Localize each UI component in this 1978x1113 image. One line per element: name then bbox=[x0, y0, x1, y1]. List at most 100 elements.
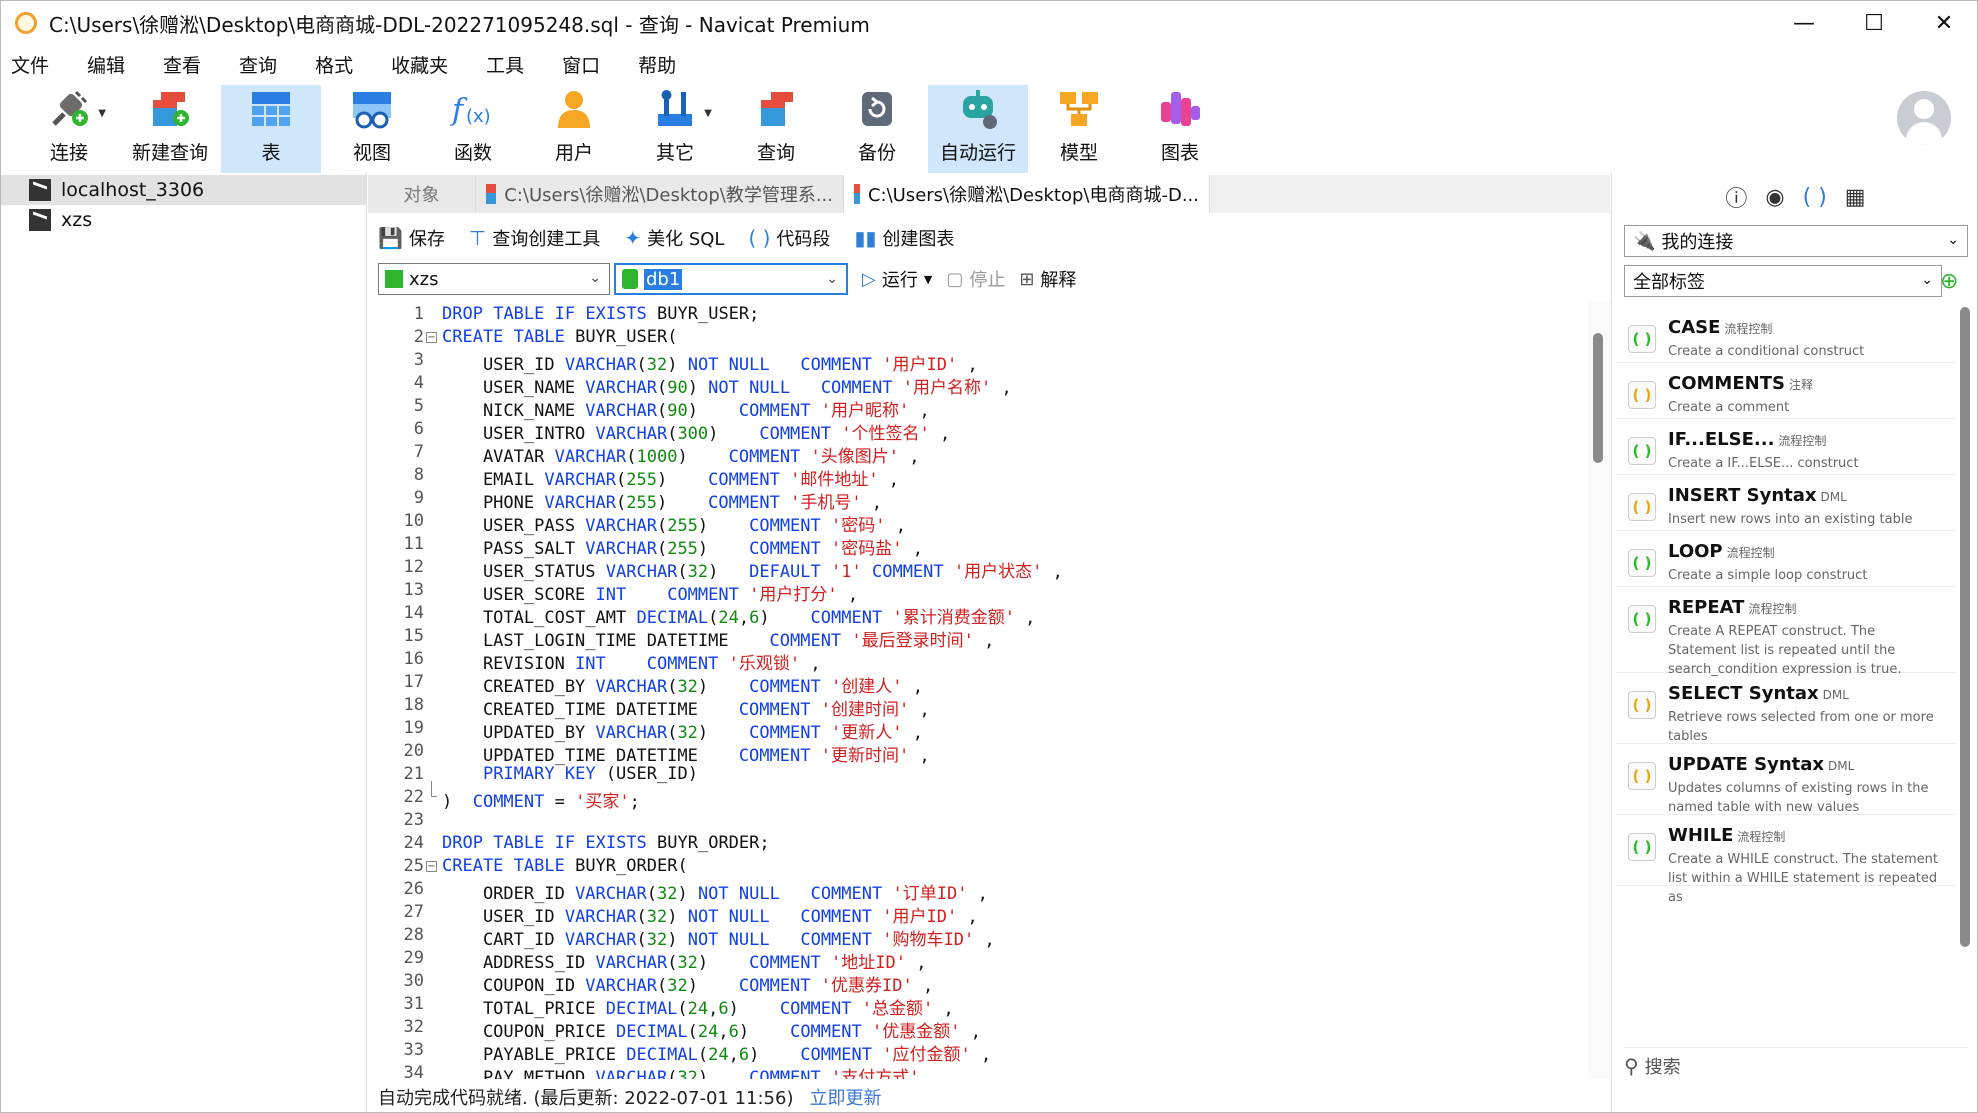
menu-query[interactable]: 查询 bbox=[239, 51, 296, 78]
snippet-search[interactable]: ⚲ 搜索 bbox=[1624, 1047, 1968, 1083]
code-line[interactable]: TOTAL_COST_AMT DECIMAL(24,6) COMMENT '累计… bbox=[442, 603, 1035, 628]
code-line[interactable]: COUPON_ID VARCHAR(32) COMMENT '优惠券ID' , bbox=[442, 971, 933, 996]
code-line[interactable]: UPDATED_BY VARCHAR(32) COMMENT '更新人' , bbox=[442, 718, 923, 743]
database-select[interactable]: db1 ⌄ bbox=[614, 263, 848, 295]
save-button[interactable]: 💾 保存 bbox=[378, 225, 445, 251]
explain-button[interactable]: ⊞ 解释 bbox=[1019, 266, 1076, 292]
code-line[interactable]: NICK_NAME VARCHAR(90) COMMENT '用户昵称' , bbox=[442, 396, 930, 421]
code-line[interactable]: COUPON_PRICE DECIMAL(24,6) COMMENT '优惠金额… bbox=[442, 1017, 981, 1042]
toolbar-model-button[interactable]: 模型 bbox=[1029, 85, 1129, 173]
tab-query-teaching[interactable]: C:\Users\徐赠淞\Desktop\教学管理系... bbox=[476, 175, 844, 213]
toolbar-view-button[interactable]: 视图 bbox=[322, 85, 422, 173]
snippet-item[interactable]: ( ) LOOP 流程控制 Create a simple loop construc… bbox=[1616, 531, 1956, 587]
toolbar-user-button[interactable]: 用户 bbox=[524, 85, 624, 173]
editor-scrollbar[interactable] bbox=[1588, 301, 1610, 1079]
connection-localhost[interactable]: localhost_3306 bbox=[1, 175, 366, 205]
code-line[interactable]: REVISION INT COMMENT '乐观锁' , bbox=[442, 649, 821, 674]
code-line[interactable]: CART_ID VARCHAR(32) NOT NULL COMMENT '购物… bbox=[442, 925, 995, 950]
toolbar-automation-button[interactable]: 自动运行 bbox=[928, 85, 1028, 173]
tag-filter-select[interactable]: 全部标签 ⌄ bbox=[1624, 265, 1942, 297]
menu-view[interactable]: 查看 bbox=[163, 51, 220, 78]
menu-file[interactable]: 文件 bbox=[11, 51, 68, 78]
code-snippet-icon[interactable]: ( ) bbox=[1803, 185, 1827, 210]
menu-help[interactable]: 帮助 bbox=[638, 51, 695, 78]
my-connection-select[interactable]: 🔌 我的连接 ⌄ bbox=[1624, 225, 1968, 257]
code-line[interactable]: USER_NAME VARCHAR(90) NOT NULL COMMENT '… bbox=[442, 373, 1012, 398]
code-line[interactable]: DROP TABLE IF EXISTS BUYR_ORDER; bbox=[442, 833, 770, 856]
query-builder-button[interactable]: ⊤ 查询创建工具 bbox=[469, 225, 600, 251]
code-line[interactable]: TOTAL_PRICE DECIMAL(24,6) COMMENT '总金额' … bbox=[442, 994, 954, 1019]
code-line[interactable]: ORDER_ID VARCHAR(32) NOT NULL COMMENT '订… bbox=[442, 879, 988, 904]
beautify-sql-button[interactable]: ✦ 美化 SQL bbox=[624, 225, 724, 251]
maximize-button[interactable]: ☐ bbox=[1839, 1, 1909, 45]
toolbar-connect-button[interactable]: ▼ 连接 bbox=[19, 85, 119, 173]
create-chart-button[interactable]: ▮▮ 创建图表 bbox=[854, 225, 954, 251]
toolbar-query-button[interactable]: 查询 bbox=[726, 85, 826, 173]
toolbar-table-button[interactable]: 表 bbox=[221, 85, 321, 173]
user-avatar[interactable] bbox=[1897, 91, 1951, 145]
fold-toggle-icon[interactable]: − bbox=[426, 332, 437, 343]
code-line[interactable]: CREATED_BY VARCHAR(32) COMMENT '创建人' , bbox=[442, 672, 923, 697]
code-line[interactable]: USER_PASS VARCHAR(255) COMMENT '密码' , bbox=[442, 511, 906, 536]
code-line[interactable]: PAY_METHOD VARCHAR(32) COMMENT '支付方式' , bbox=[442, 1063, 940, 1079]
code-line[interactable]: DROP TABLE IF EXISTS BUYR_USER; bbox=[442, 304, 759, 327]
code-snippet-button[interactable]: ( ) 代码段 bbox=[748, 225, 830, 251]
code-line[interactable]: PAYABLE_PRICE DECIMAL(24,6) COMMENT '应付金… bbox=[442, 1040, 991, 1065]
toolbar-backup-button[interactable]: 备份 bbox=[827, 85, 927, 173]
code-line[interactable]: CREATE TABLE BUYR_USER( bbox=[442, 327, 677, 350]
toolbar-new-query-button[interactable]: 新建查询 bbox=[120, 85, 220, 173]
grid-layout-icon[interactable]: ▦ bbox=[1845, 185, 1866, 210]
toolbar-function-button[interactable]: f (x) 函数 bbox=[423, 85, 523, 173]
close-button[interactable]: ✕ bbox=[1909, 1, 1977, 45]
code-line[interactable]: PASS_SALT VARCHAR(255) COMMENT '密码盐' , bbox=[442, 534, 923, 559]
code-area[interactable]: DROP TABLE IF EXISTS BUYR_USER; CREATE TA… bbox=[442, 301, 1588, 1079]
snippet-scrollbar[interactable] bbox=[1958, 307, 1972, 1043]
editor-scrollbar-thumb[interactable] bbox=[1593, 333, 1603, 463]
snippet-item[interactable]: ( ) COMMENTS 注释 Create a comment bbox=[1616, 363, 1956, 419]
code-line[interactable]: USER_ID VARCHAR(32) NOT NULL COMMENT '用户… bbox=[442, 350, 978, 375]
minimize-button[interactable]: — bbox=[1769, 1, 1839, 45]
code-line[interactable]: AVATAR VARCHAR(1000) COMMENT '头像图片' , bbox=[442, 442, 920, 467]
connection-select[interactable]: xzs ⌄ bbox=[378, 263, 610, 295]
preview-eye-icon[interactable]: ◉ bbox=[1765, 185, 1784, 210]
snippet-item[interactable]: ( ) INSERT Syntax DML Insert new rows into … bbox=[1616, 475, 1956, 531]
snippet-item[interactable]: ( ) REPEAT 流程控制 Create A REPEAT construct. … bbox=[1616, 587, 1956, 677]
code-line[interactable]: PRIMARY KEY (USER_ID) bbox=[442, 764, 698, 787]
update-now-link[interactable]: 立即更新 bbox=[809, 1084, 881, 1110]
code-line[interactable]: USER_INTRO VARCHAR(300) COMMENT '个性签名' , bbox=[442, 419, 950, 444]
code-line[interactable]: USER_SCORE INT COMMENT '用户打分' , bbox=[442, 580, 858, 605]
menu-format[interactable]: 格式 bbox=[315, 51, 372, 78]
tab-objects[interactable]: 对象 bbox=[368, 175, 476, 213]
menu-tools[interactable]: 工具 bbox=[486, 51, 543, 78]
snippet-scrollbar-thumb[interactable] bbox=[1960, 307, 1970, 947]
snippet-item[interactable]: ( ) WHILE 流程控制 Create a WHILE construct. Th… bbox=[1616, 815, 1956, 905]
sql-editor[interactable]: 1 2−3 4 5 6 7 8 9 10 11 12 13 14 15 16 17 18 19 20 21 22 23 24… bbox=[368, 301, 1588, 1079]
code-line[interactable]: USER_ID VARCHAR(32) NOT NULL COMMENT '用户… bbox=[442, 902, 978, 927]
snippet-item[interactable]: ( ) SELECT Syntax DML Retrieve rows selecte… bbox=[1616, 673, 1956, 744]
toolbar-other-button[interactable]: ▼ 其它 bbox=[625, 85, 725, 173]
run-dropdown-icon[interactable]: ▼ bbox=[924, 273, 932, 286]
connection-xzs[interactable]: xzs bbox=[1, 205, 366, 235]
add-snippet-icon[interactable]: ⊕ bbox=[1940, 269, 1958, 294]
menu-edit[interactable]: 编辑 bbox=[87, 51, 144, 78]
code-line[interactable]: UPDATED_TIME DATETIME COMMENT '更新时间' , bbox=[442, 741, 930, 766]
code-line[interactable]: CREATE TABLE BUYR_ORDER( bbox=[442, 856, 688, 879]
code-line[interactable]: ADDRESS_ID VARCHAR(32) COMMENT '地址ID' , bbox=[442, 948, 927, 973]
code-line[interactable]: EMAIL VARCHAR(255) COMMENT '邮件地址' , bbox=[442, 465, 899, 490]
info-icon[interactable]: ⓘ bbox=[1725, 181, 1747, 213]
menu-window[interactable]: 窗口 bbox=[562, 51, 619, 78]
stop-button[interactable]: ▢ 停止 bbox=[946, 266, 1005, 292]
snippet-item[interactable]: ( ) IF...ELSE... 流程控制 Create a IF...ELSE...… bbox=[1616, 419, 1956, 475]
code-line[interactable]: LAST_LOGIN_TIME DATETIME COMMENT '最后登录时间… bbox=[442, 626, 994, 651]
run-button[interactable]: ▷ 运行 ▼ bbox=[862, 266, 932, 292]
code-line[interactable]: USER_STATUS VARCHAR(32) DEFAULT '1' COMM… bbox=[442, 557, 1063, 582]
code-line[interactable]: CREATED_TIME DATETIME COMMENT '创建时间' , bbox=[442, 695, 930, 720]
toolbar-chart-button[interactable]: 图表 bbox=[1130, 85, 1230, 173]
menu-favorites[interactable]: 收藏夹 bbox=[391, 51, 467, 78]
tab-query-ecommerce[interactable]: C:\Users\徐赠淞\Desktop\电商商城-D... bbox=[844, 175, 1210, 213]
code-line[interactable]: ) COMMENT = '买家'; bbox=[442, 787, 640, 812]
code-line[interactable]: PHONE VARCHAR(255) COMMENT '手机号' , bbox=[442, 488, 882, 513]
snippet-item[interactable]: ( ) UPDATE Syntax DML Updates columns of ex… bbox=[1616, 744, 1956, 815]
snippet-item[interactable]: ( ) CASE 流程控制 Create a conditional construc… bbox=[1616, 307, 1956, 363]
fold-toggle-icon[interactable]: − bbox=[426, 861, 437, 872]
